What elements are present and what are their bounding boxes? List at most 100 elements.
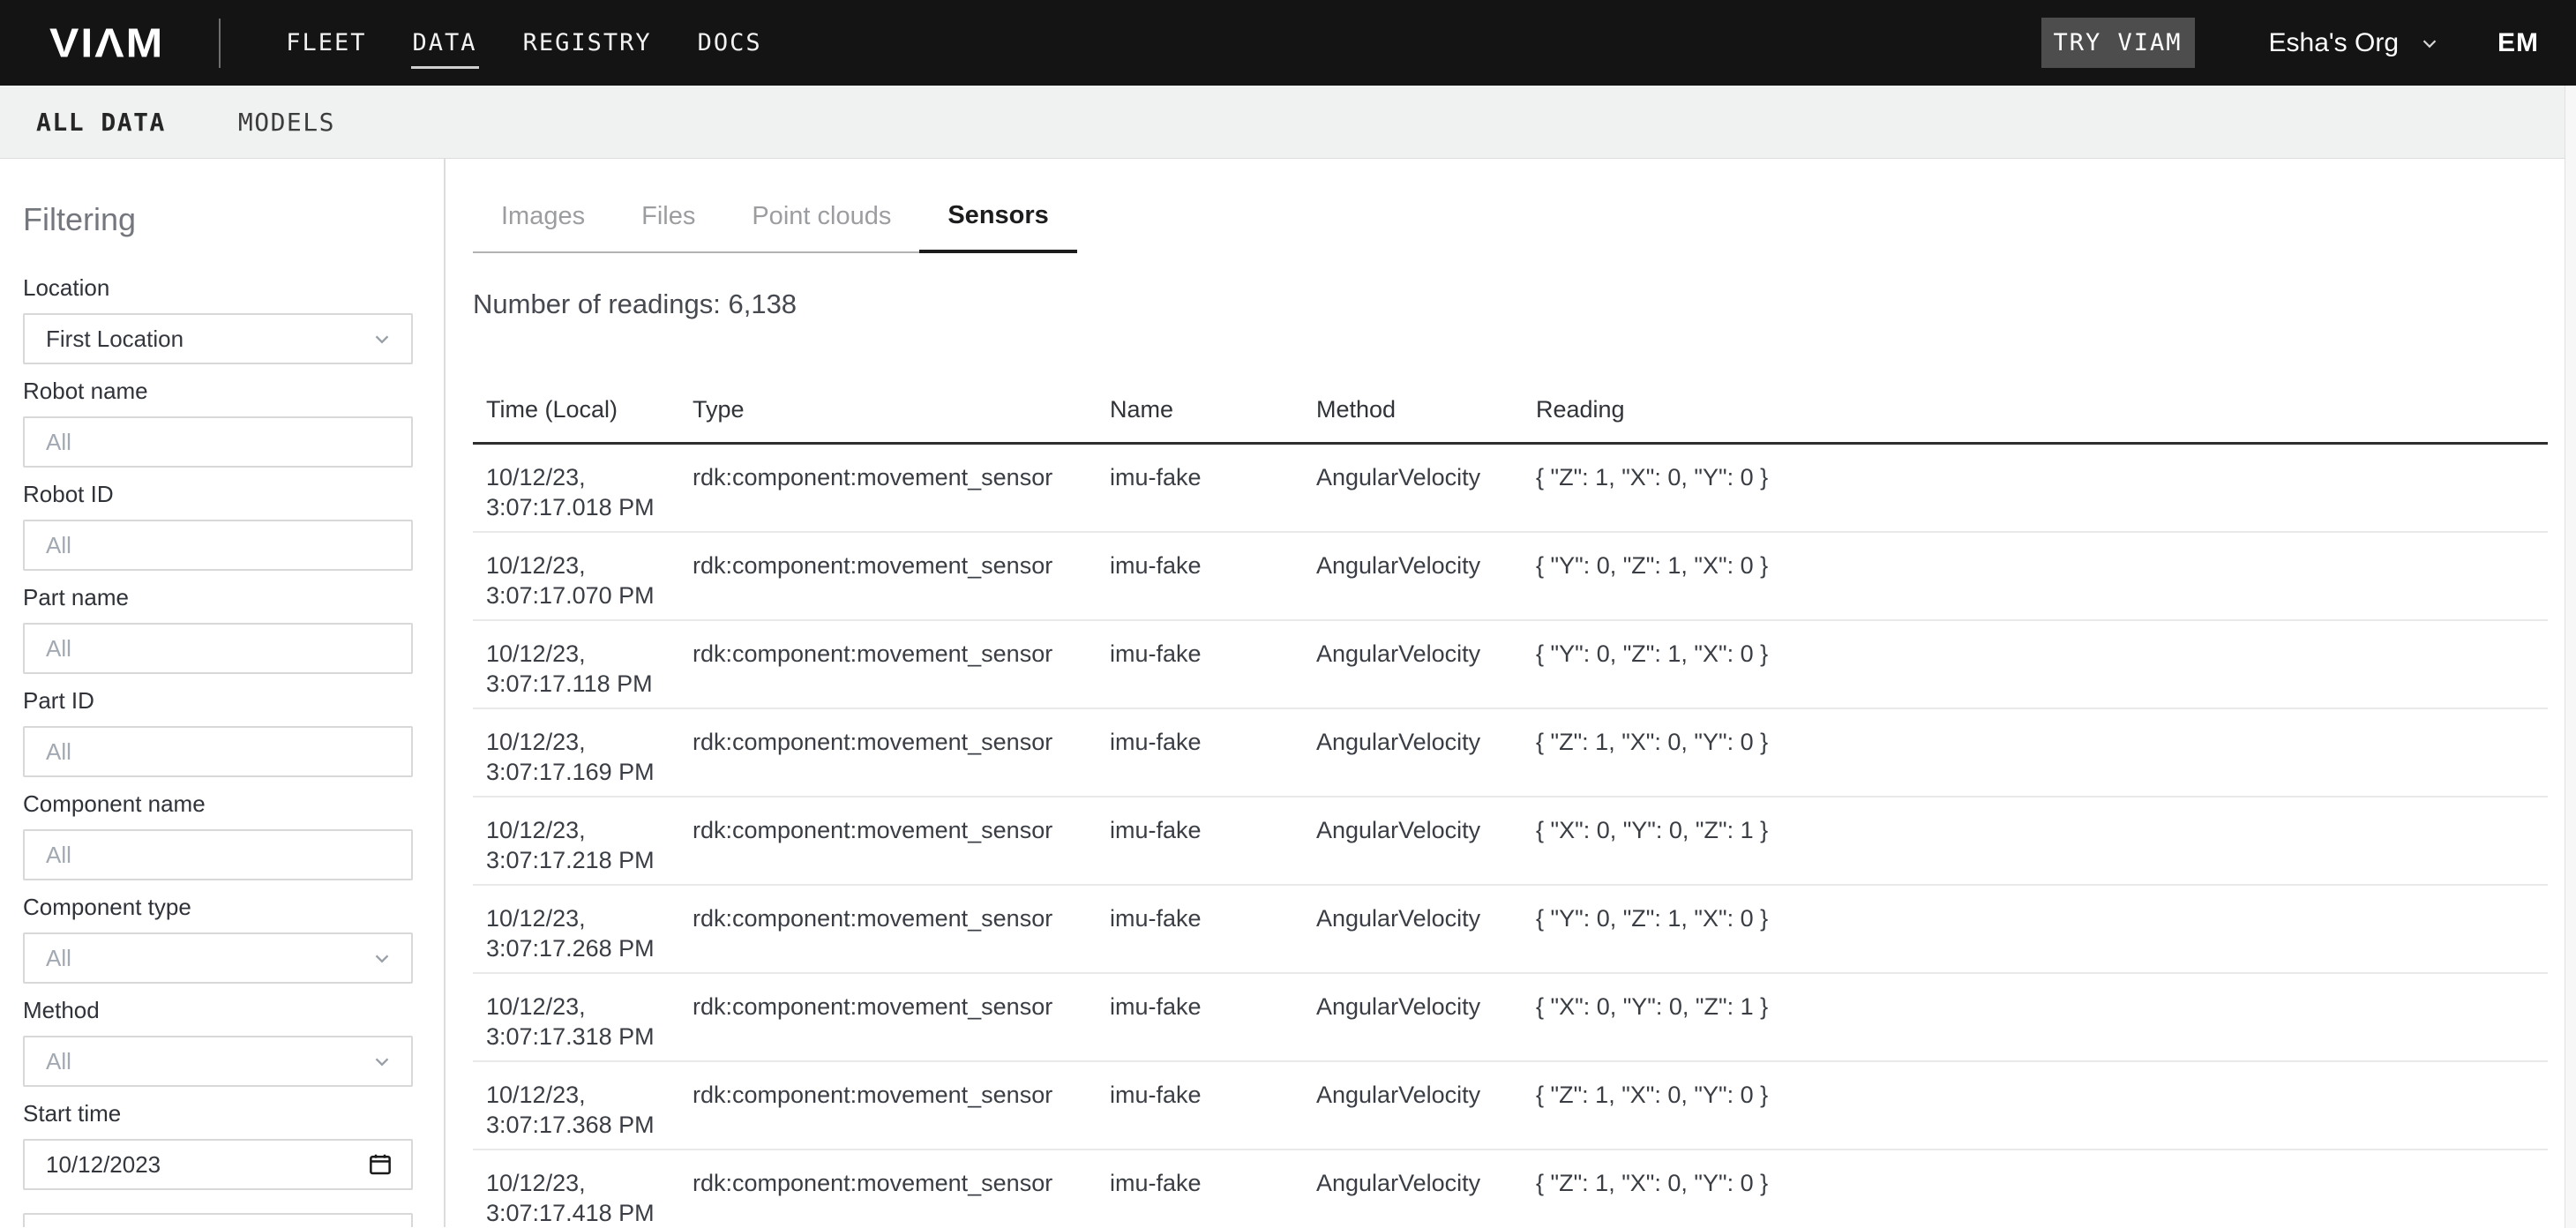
- cell-method: AngularVelocity: [1303, 620, 1523, 708]
- part-id-input[interactable]: [23, 726, 413, 777]
- filter-part-id: Part ID: [23, 688, 413, 777]
- cell-type: rdk:component:movement_sensor: [679, 885, 1097, 973]
- cell-reading: { "Z": 1, "X": 0, "Y": 0 }: [1523, 1149, 2548, 1227]
- tab-sensors[interactable]: Sensors: [919, 181, 1076, 253]
- org-menu[interactable]: Esha's Org: [2269, 28, 2441, 58]
- filter-label: Component name: [23, 791, 413, 816]
- filter-robot-id: Robot ID: [23, 482, 413, 571]
- cell-method: AngularVelocity: [1303, 444, 1523, 533]
- cell-type: rdk:component:movement_sensor: [679, 532, 1097, 620]
- cell-name: imu-fake: [1097, 708, 1303, 797]
- cell-name: imu-fake: [1097, 885, 1303, 973]
- sensor-readings-table: Time (Local) Type Name Method Reading 10…: [473, 364, 2548, 1227]
- cell-type: rdk:component:movement_sensor: [679, 1061, 1097, 1149]
- cell-method: AngularVelocity: [1303, 885, 1523, 973]
- col-header-method[interactable]: Method: [1303, 364, 1523, 444]
- cell-reading: { "Y": 0, "Z": 1, "X": 0 }: [1523, 620, 2548, 708]
- table-row[interactable]: 10/12/23, 3:07:17.218 PM rdk:component:m…: [473, 797, 2548, 885]
- nav-link-data[interactable]: DATA: [390, 0, 500, 86]
- nav-right-group: TRY VIAM Esha's Org EM: [2041, 18, 2540, 68]
- calendar-icon: [367, 1151, 393, 1178]
- user-avatar[interactable]: EM: [2497, 28, 2539, 58]
- org-name: Esha's Org: [2269, 28, 2399, 58]
- start-date-value: 10/12/2023: [46, 1151, 161, 1179]
- table-row[interactable]: 10/12/23, 3:07:17.118 PM rdk:component:m…: [473, 620, 2548, 708]
- filter-component-type: Component type All: [23, 895, 413, 984]
- cell-time: 10/12/23, 3:07:17.268 PM: [473, 885, 679, 973]
- data-type-tabs: Images Files Point clouds Sensors: [473, 181, 1077, 253]
- robot-name-input[interactable]: [23, 416, 413, 468]
- cell-time: 10/12/23, 3:07:17.070 PM: [473, 532, 679, 620]
- nav-link-registry[interactable]: REGISTRY: [500, 0, 675, 86]
- component-type-value: All: [46, 945, 71, 972]
- cell-type: rdk:component:movement_sensor: [679, 444, 1097, 533]
- filter-label: Robot ID: [23, 482, 413, 506]
- viam-logo[interactable]: VIΛM: [49, 19, 164, 66]
- col-header-type[interactable]: Type: [679, 364, 1097, 444]
- filter-label: Location: [23, 275, 413, 300]
- robot-id-input[interactable]: [23, 520, 413, 571]
- cell-method: AngularVelocity: [1303, 1149, 1523, 1227]
- filter-label: Robot name: [23, 378, 413, 403]
- start-time-value: 03:07:00 PM: [46, 1225, 176, 1228]
- col-header-name[interactable]: Name: [1097, 364, 1303, 444]
- part-name-input[interactable]: [23, 623, 413, 674]
- start-date-input[interactable]: 10/12/2023: [23, 1139, 413, 1190]
- cell-method: AngularVelocity: [1303, 532, 1523, 620]
- component-name-input[interactable]: [23, 829, 413, 880]
- filter-label: Component type: [23, 895, 413, 919]
- filter-start-time: Start time 10/12/2023 03:07:00 PM: [23, 1101, 413, 1227]
- component-type-select[interactable]: All: [23, 932, 413, 984]
- chevron-down-icon: [2418, 32, 2441, 55]
- cell-name: imu-fake: [1097, 1149, 1303, 1227]
- method-select[interactable]: All: [23, 1036, 413, 1087]
- chevron-down-icon: [371, 1050, 393, 1073]
- nav-link-docs[interactable]: DOCS: [675, 0, 785, 86]
- readings-count: Number of readings: 6,138: [473, 288, 2576, 320]
- cell-reading: { "X": 0, "Y": 0, "Z": 1 }: [1523, 797, 2548, 885]
- top-nav: VIΛM FLEET DATA REGISTRY DOCS TRY VIAM E…: [0, 0, 2576, 86]
- filter-location: Location First Location: [23, 275, 413, 364]
- vertical-scrollbar[interactable]: [2565, 86, 2576, 1228]
- table-row[interactable]: 10/12/23, 3:07:17.018 PM rdk:component:m…: [473, 444, 2548, 533]
- start-time-input[interactable]: 03:07:00 PM: [23, 1213, 413, 1227]
- table-row[interactable]: 10/12/23, 3:07:17.169 PM rdk:component:m…: [473, 708, 2548, 797]
- cell-time: 10/12/23, 3:07:17.418 PM: [473, 1149, 679, 1227]
- table-row[interactable]: 10/12/23, 3:07:17.368 PM rdk:component:m…: [473, 1061, 2548, 1149]
- table-row[interactable]: 10/12/23, 3:07:17.070 PM rdk:component:m…: [473, 532, 2548, 620]
- cell-reading: { "Y": 0, "Z": 1, "X": 0 }: [1523, 885, 2548, 973]
- cell-type: rdk:component:movement_sensor: [679, 1149, 1097, 1227]
- chevron-down-icon: [371, 947, 393, 970]
- try-viam-button[interactable]: TRY VIAM: [2041, 18, 2195, 68]
- cell-reading: { "Y": 0, "Z": 1, "X": 0 }: [1523, 532, 2548, 620]
- tab-images[interactable]: Images: [473, 181, 613, 253]
- cell-method: AngularVelocity: [1303, 1061, 1523, 1149]
- cell-name: imu-fake: [1097, 797, 1303, 885]
- chevron-down-icon: [371, 327, 393, 350]
- col-header-time[interactable]: Time (Local): [473, 364, 679, 444]
- cell-type: rdk:component:movement_sensor: [679, 797, 1097, 885]
- clock-icon: [367, 1225, 393, 1227]
- cell-time: 10/12/23, 3:07:17.368 PM: [473, 1061, 679, 1149]
- cell-time: 10/12/23, 3:07:17.218 PM: [473, 797, 679, 885]
- subnav-tab-all-data[interactable]: ALL DATA: [36, 108, 166, 137]
- table-row[interactable]: 10/12/23, 3:07:17.268 PM rdk:component:m…: [473, 885, 2548, 973]
- subnav-tab-models[interactable]: MODELS: [238, 108, 335, 137]
- filter-part-name: Part name: [23, 585, 413, 674]
- location-value: First Location: [46, 326, 183, 353]
- filter-sidebar: Filtering Location First Location Robot …: [0, 159, 446, 1227]
- nav-link-fleet[interactable]: FLEET: [263, 0, 389, 86]
- col-header-reading[interactable]: Reading: [1523, 364, 2548, 444]
- cell-method: AngularVelocity: [1303, 708, 1523, 797]
- cell-reading: { "Z": 1, "X": 0, "Y": 0 }: [1523, 444, 2548, 533]
- tab-point-clouds[interactable]: Point clouds: [723, 181, 919, 253]
- cell-name: imu-fake: [1097, 532, 1303, 620]
- cell-time: 10/12/23, 3:07:17.169 PM: [473, 708, 679, 797]
- table-row[interactable]: 10/12/23, 3:07:17.318 PM rdk:component:m…: [473, 973, 2548, 1061]
- table-row[interactable]: 10/12/23, 3:07:17.418 PM rdk:component:m…: [473, 1149, 2548, 1227]
- main-content: Images Files Point clouds Sensors Number…: [446, 159, 2576, 1227]
- location-select[interactable]: First Location: [23, 313, 413, 364]
- cell-reading: { "Z": 1, "X": 0, "Y": 0 }: [1523, 1061, 2548, 1149]
- cell-name: imu-fake: [1097, 1061, 1303, 1149]
- tab-files[interactable]: Files: [613, 181, 723, 253]
